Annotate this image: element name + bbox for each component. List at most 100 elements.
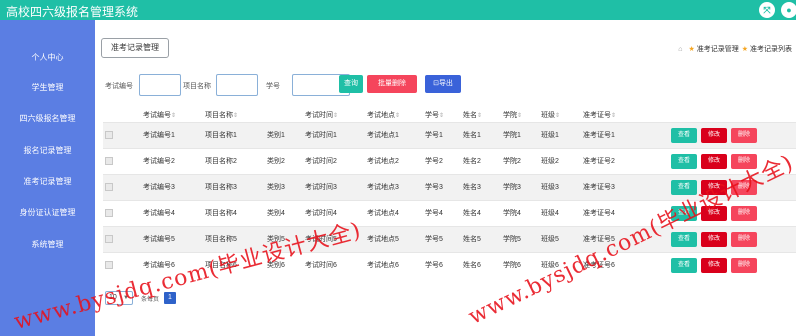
row-checkbox[interactable] — [105, 235, 113, 243]
table-cell: 学号1 — [423, 121, 461, 148]
actions-header — [669, 108, 796, 122]
view-button[interactable]: 查看 — [671, 231, 697, 247]
sort-icon[interactable]: ⇕ — [171, 113, 176, 119]
column-header[interactable]: 姓名⇕ — [461, 108, 501, 122]
sort-icon[interactable]: ⇕ — [517, 113, 522, 119]
edit-button[interactable]: 修改 — [701, 153, 727, 169]
delete-button[interactable]: 删除 — [731, 205, 757, 221]
page-size-select[interactable]: 10 ▼ — [105, 291, 133, 305]
delete-button[interactable]: 删除 — [731, 153, 757, 169]
view-button[interactable]: 查看 — [671, 179, 697, 195]
row-checkbox[interactable] — [105, 183, 113, 191]
sidebar-item-students[interactable]: 学生管理 — [0, 82, 95, 93]
row-actions: 查看 修改 删除 — [669, 121, 796, 148]
sort-icon[interactable]: ⇕ — [395, 113, 400, 119]
tab-admission-records[interactable]: 准考记录管理 — [101, 38, 169, 58]
edit-button[interactable]: 修改 — [701, 179, 727, 195]
table-cell: 考试地点5 — [365, 225, 423, 252]
export-button[interactable]: ⊡导出 — [425, 75, 461, 93]
delete-button[interactable]: 删除 — [731, 179, 757, 195]
table-cell: 姓名3 — [461, 173, 501, 200]
table-cell: 学号6 — [423, 251, 461, 278]
row-select-cell — [103, 173, 141, 200]
sort-icon[interactable]: ⇕ — [611, 113, 616, 119]
project-name-input[interactable] — [216, 74, 258, 96]
table-cell: 考试地点4 — [365, 199, 423, 226]
column-header[interactable]: 考试地点⇕ — [365, 108, 423, 122]
table-row: 考试编号5 项目名称5 类别5 考试时间5 考试地点5 学号5 姓名5 学院5 班级5 准考证号5… — [103, 225, 796, 252]
table-cell: 学院2 — [501, 147, 539, 174]
sort-icon[interactable]: ⇕ — [233, 113, 238, 119]
table-cell: 考试地点1 — [365, 121, 423, 148]
view-button[interactable]: 查看 — [671, 153, 697, 169]
edit-button[interactable]: 修改 — [701, 205, 727, 221]
sidebar: 个人中心 学生管理 四六级报名管理 报名记录管理 准考记录管理 身份证认证管理 … — [0, 20, 95, 336]
table-cell: 学院4 — [501, 199, 539, 226]
table-cell: 考试编号4 — [141, 199, 203, 226]
column-header[interactable]: 学院⇕ — [501, 108, 539, 122]
column-header[interactable]: 项目名称⇕ — [203, 108, 265, 122]
delete-button[interactable]: 删除 — [731, 257, 757, 273]
table-header-row: 考试编号⇕ 项目名称⇕ 考试时间⇕ 考试地点⇕ 学号⇕ 姓名⇕ 学院⇕ 班级⇕ … — [103, 108, 796, 122]
table-cell: 学号2 — [423, 147, 461, 174]
breadcrumb-item[interactable]: 准考记录管理 — [697, 46, 739, 53]
delete-button[interactable]: 删除 — [731, 231, 757, 247]
table-cell: 班级3 — [539, 173, 581, 200]
table-cell: 学号4 — [423, 199, 461, 226]
top-header: 高校四六级报名管理系统 ⤧ ● — [0, 0, 796, 20]
row-select-cell — [103, 121, 141, 148]
sidebar-item-id-verification[interactable]: 身份证认证管理 — [0, 207, 95, 218]
column-header[interactable]: 班级⇕ — [539, 108, 581, 122]
home-icon[interactable]: ⌂ — [678, 46, 682, 53]
sort-icon[interactable]: ⇕ — [439, 113, 444, 119]
table-cell: 项目名称6 — [203, 251, 265, 278]
sidebar-item-system[interactable]: 系统管理 — [0, 239, 95, 250]
table-row: 考试编号3 项目名称3 类别3 考试时间3 考试地点3 学号3 姓名3 学院3 班级3 准考证号3… — [103, 173, 796, 200]
edit-button[interactable]: 修改 — [701, 231, 727, 247]
view-button[interactable]: 查看 — [671, 205, 697, 221]
sidebar-item-registration-records[interactable]: 报名记录管理 — [0, 145, 95, 156]
table-cell: 学院1 — [501, 121, 539, 148]
table-cell: 班级1 — [539, 121, 581, 148]
edit-button[interactable]: 修改 — [701, 127, 727, 143]
exam-no-input[interactable] — [139, 74, 181, 96]
column-header[interactable]: 学号⇕ — [423, 108, 461, 122]
user-icon[interactable]: ● — [781, 2, 796, 18]
sort-icon[interactable]: ⇕ — [333, 113, 338, 119]
table-cell: 类别5 — [265, 225, 303, 252]
edit-button[interactable]: 修改 — [701, 257, 727, 273]
sort-icon[interactable]: ⇕ — [477, 113, 482, 119]
column-header[interactable]: 考试时间⇕ — [303, 108, 365, 122]
table-cell: 类别3 — [265, 173, 303, 200]
delete-button[interactable]: 删除 — [731, 127, 757, 143]
table-cell: 考试时间6 — [303, 251, 365, 278]
table-cell: 准考证号4 — [581, 199, 669, 226]
table-cell: 姓名5 — [461, 225, 501, 252]
sidebar-item-profile[interactable]: 个人中心 — [0, 52, 95, 63]
sidebar-item-cet-registration[interactable]: 四六级报名管理 — [0, 113, 95, 124]
row-select-cell — [103, 251, 141, 278]
view-button[interactable]: 查看 — [671, 127, 697, 143]
query-button[interactable]: 查询 — [339, 75, 363, 93]
row-checkbox[interactable] — [105, 261, 113, 270]
sidebar-item-admission-records[interactable]: 准考记录管理 — [0, 176, 95, 187]
table-row: 考试编号1 项目名称1 类别1 考试时间1 考试地点1 学号1 姓名1 学院1 班级1 准考证号1… — [103, 121, 796, 148]
column-header[interactable]: 考试编号⇕ — [141, 108, 203, 122]
row-checkbox[interactable] — [105, 131, 113, 139]
table-cell: 班级5 — [539, 225, 581, 252]
table-cell: 考试时间2 — [303, 147, 365, 174]
student-no-label: 学号 — [266, 83, 280, 90]
column-header[interactable]: 准考证号⇕ — [581, 108, 669, 122]
row-select-cell — [103, 147, 141, 174]
row-checkbox[interactable] — [105, 209, 113, 217]
row-checkbox[interactable] — [105, 157, 113, 165]
batch-delete-button[interactable]: 批量删除 — [367, 75, 417, 93]
view-button[interactable]: 查看 — [671, 257, 697, 273]
collapse-icon[interactable]: ⤧ — [759, 2, 775, 18]
table-cell: 考试编号2 — [141, 147, 203, 174]
current-page-button[interactable]: 1 — [164, 292, 176, 304]
table-cell: 学号3 — [423, 173, 461, 200]
row-actions: 查看 修改 删除 — [669, 199, 796, 226]
sort-icon[interactable]: ⇕ — [555, 113, 560, 119]
table-row: 考试编号6 项目名称6 类别6 考试时间6 考试地点6 学号6 姓名6 学院6 班级6 准考证号6… — [103, 251, 796, 278]
